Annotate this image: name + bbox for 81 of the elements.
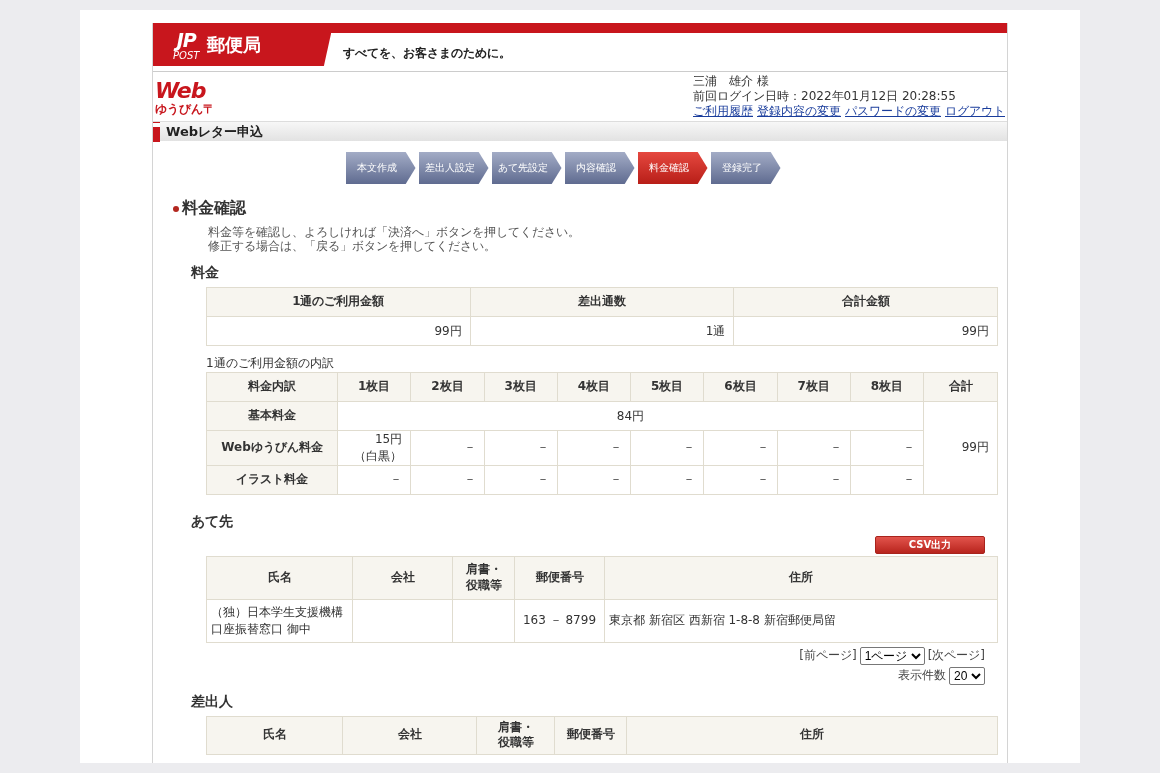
column-header: 会社 bbox=[342, 716, 477, 755]
page-title: 料金確認 bbox=[182, 198, 246, 219]
table-cell: － bbox=[484, 430, 558, 466]
row-header: 基本料金 bbox=[206, 401, 338, 431]
last-login: 前回ログイン日時：2022年01月12日 20:28:55 bbox=[693, 89, 957, 104]
table-cell: 99円 bbox=[206, 316, 471, 346]
column-header: 1枚目 bbox=[337, 372, 411, 402]
column-header: 8枚目 bbox=[850, 372, 924, 402]
column-header: 合計 bbox=[923, 372, 998, 402]
table-caption: 1通のご利用金額の内訳 bbox=[206, 355, 335, 372]
column-header: 郵便番号 bbox=[514, 556, 605, 600]
table-cell: － bbox=[484, 465, 558, 495]
column-header: 1通のご利用金額 bbox=[206, 287, 471, 317]
table-cell: 84円 bbox=[337, 401, 924, 431]
progress-step: 登録完了 bbox=[710, 152, 781, 184]
row-header: Webゆうびん料金 bbox=[206, 430, 338, 466]
user-name: 三浦 雄介 様 bbox=[693, 74, 770, 89]
table-cell: 163 － 8799 bbox=[514, 599, 605, 643]
count-label: 表示件数 bbox=[898, 667, 946, 685]
page-select[interactable]: 1ページ bbox=[859, 646, 925, 665]
progress-step: 本文作成 bbox=[345, 152, 416, 184]
column-header: 住所 bbox=[626, 716, 998, 755]
csv-button[interactable]: CSV出力 bbox=[875, 535, 985, 554]
table-cell: － bbox=[703, 465, 777, 495]
table-cell: － bbox=[557, 465, 631, 495]
table-cell: 1通 bbox=[470, 316, 734, 346]
column-header: 5枚目 bbox=[630, 372, 704, 402]
section-marker-icon bbox=[153, 121, 160, 142]
prev-page-link[interactable]: [前ページ] bbox=[799, 647, 857, 665]
logo-name: 郵便局 bbox=[207, 32, 262, 57]
table-cell: 東京都 新宿区 西新宿 1-8-8 新宿郵便局留 bbox=[604, 599, 998, 643]
column-header: 2枚目 bbox=[410, 372, 484, 402]
column-header: 合計金額 bbox=[733, 287, 998, 317]
table-cell: － bbox=[703, 430, 777, 466]
table-cell: （独）日本学生支援機構口座振替窓口 御中 bbox=[206, 599, 353, 643]
column-header: 肩書・役職等 bbox=[476, 716, 555, 755]
column-header: 差出通数 bbox=[470, 287, 734, 317]
table-cell: 15円（白黒） bbox=[337, 430, 411, 466]
account-link[interactable]: パスワードの変更 bbox=[845, 104, 941, 119]
progress-step: 内容確認 bbox=[564, 152, 635, 184]
table-cell: － bbox=[337, 465, 411, 495]
column-header: 料金内訳 bbox=[206, 372, 338, 402]
progress-step: あて先設定 bbox=[491, 152, 562, 184]
table-cell: － bbox=[410, 465, 484, 495]
table-cell: 99円 bbox=[923, 401, 998, 495]
column-header: 3枚目 bbox=[484, 372, 558, 402]
section-heading: 料金 bbox=[191, 264, 220, 282]
table-cell: 99円 bbox=[733, 316, 998, 346]
progress-step: 差出人設定 bbox=[418, 152, 489, 184]
table-cell: － bbox=[777, 465, 851, 495]
instruction-text: 修正する場合は、「戻る」ボタンを押してください。 bbox=[208, 239, 497, 253]
table-cell: － bbox=[630, 430, 704, 466]
column-header: 4枚目 bbox=[557, 372, 631, 402]
count-select[interactable]: 20 bbox=[949, 666, 985, 685]
table-cell: － bbox=[410, 430, 484, 466]
table-cell: － bbox=[777, 430, 851, 466]
column-header: 郵便番号 bbox=[554, 716, 627, 755]
section-heading: 差出人 bbox=[191, 692, 234, 711]
next-page-link[interactable]: [次ページ] bbox=[927, 647, 985, 665]
progress-step: 料金確認 bbox=[637, 152, 708, 184]
column-header: 7枚目 bbox=[777, 372, 851, 402]
section-title: Webレター申込 bbox=[166, 122, 263, 141]
account-link[interactable]: ご利用履歴 bbox=[693, 104, 753, 119]
column-header: 氏名 bbox=[206, 556, 353, 600]
row-header: イラスト料金 bbox=[206, 465, 338, 495]
column-header: 氏名 bbox=[206, 716, 343, 755]
account-link[interactable]: 登録内容の変更 bbox=[757, 104, 841, 119]
table-cell: － bbox=[630, 465, 704, 495]
section-heading: あて先 bbox=[191, 512, 234, 531]
service-logo-title: Web bbox=[155, 78, 207, 103]
column-header: 6枚目 bbox=[703, 372, 777, 402]
column-header: 会社 bbox=[352, 556, 453, 600]
logo-sub: POST bbox=[173, 50, 200, 61]
account-link[interactable]: ログアウト bbox=[945, 104, 1005, 119]
table-cell: － bbox=[557, 430, 631, 466]
column-header: 住所 bbox=[604, 556, 998, 600]
instruction-text: 料金等を確認し、よろしければ「決済へ」ボタンを押してください。 bbox=[208, 225, 581, 239]
bullet-icon bbox=[173, 205, 179, 212]
tagline: すべてを、お客さまのために。 bbox=[343, 45, 511, 62]
column-header: 肩書・役職等 bbox=[452, 556, 515, 600]
service-logo-subtitle: ゆうびん〒 bbox=[155, 103, 215, 115]
